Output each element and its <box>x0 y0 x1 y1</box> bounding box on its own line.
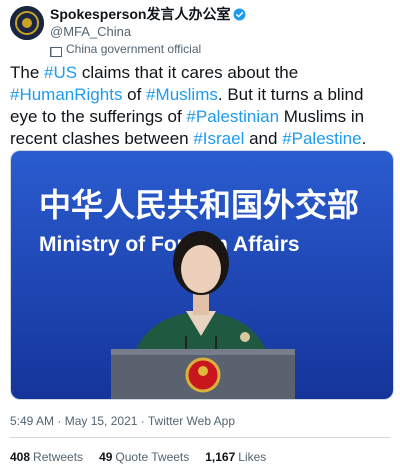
tweet-photo[interactable]: 中华人民共和国外交部 Ministry of Foreign Affairs <box>10 150 394 400</box>
tweet-text-segment: The <box>10 63 45 82</box>
engagement-stats: 408 Retweets 49 Quote Tweets 1,167 Likes <box>10 450 266 464</box>
backdrop-english-text: Ministry of Foreign Affairs <box>39 233 300 256</box>
meta-separator: · <box>137 414 148 428</box>
hashtag-link[interactable]: #Israel <box>193 129 244 148</box>
government-label-text: China government official <box>66 42 202 56</box>
likes-stat[interactable]: 1,167 Likes <box>205 450 266 464</box>
avatar[interactable] <box>10 6 44 40</box>
account-names: Spokesperson发言人办公室 @MFA_China China gove… <box>50 6 246 57</box>
quotes-count: 49 <box>99 450 113 464</box>
hashtag-link[interactable]: #Muslims <box>146 85 218 104</box>
hashtag-link[interactable]: #Palestine <box>282 129 361 148</box>
tweet-date[interactable]: May 15, 2021 <box>65 414 138 428</box>
tweet-text-segment: and <box>244 129 283 148</box>
hashtag-link[interactable]: #HumanRights <box>10 85 122 104</box>
china-flag-icon <box>50 44 62 57</box>
tweet-text: The #US claims that it cares about the #… <box>10 62 392 150</box>
podium <box>111 349 295 399</box>
tweet-text-segment: of <box>122 85 147 104</box>
backdrop-chinese-text: 中华人民共和国外交部 <box>39 186 359 224</box>
hashtag-link[interactable]: #Palestinian <box>186 107 279 126</box>
quote-tweets-stat[interactable]: 49 Quote Tweets <box>99 450 189 464</box>
retweets-stat[interactable]: 408 Retweets <box>10 450 83 464</box>
tweet-text-segment: . <box>361 129 367 148</box>
tweet-source[interactable]: Twitter Web App <box>148 414 235 428</box>
hashtag-link[interactable]: #US <box>44 63 77 82</box>
tweet-header: Spokesperson发言人办公室 @MFA_China China gove… <box>10 6 390 57</box>
divider <box>10 437 390 438</box>
display-name[interactable]: Spokesperson发言人办公室 <box>50 4 230 24</box>
quotes-label: Quote Tweets <box>115 450 190 464</box>
tweet-text-segment: claims that it cares about the <box>77 63 299 82</box>
account-handle[interactable]: @MFA_China <box>50 24 246 39</box>
retweets-count: 408 <box>10 450 31 464</box>
meta-separator: · <box>54 414 65 428</box>
retweets-label: Retweets <box>33 450 84 464</box>
government-label: China government official <box>50 42 246 57</box>
tweet-timestamp: 5:49 AM · May 15, 2021 · Twitter Web App <box>10 414 235 428</box>
verified-badge-icon <box>233 8 246 21</box>
likes-label: Likes <box>238 450 267 464</box>
likes-count: 1,167 <box>205 450 236 464</box>
tweet-time[interactable]: 5:49 AM <box>10 414 54 428</box>
display-name-row[interactable]: Spokesperson发言人办公室 <box>50 6 246 22</box>
